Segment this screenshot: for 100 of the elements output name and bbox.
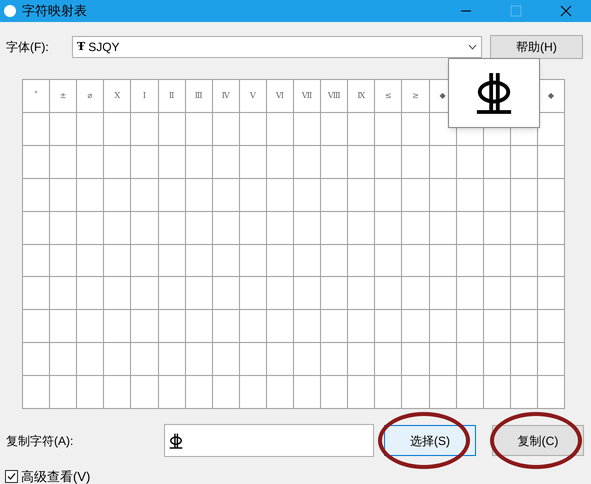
- character-cell[interactable]: [50, 244, 78, 278]
- character-cell[interactable]: [266, 376, 294, 409]
- character-cell[interactable]: [104, 310, 132, 344]
- character-cell[interactable]: Ⅱ: [158, 80, 186, 113]
- character-cell[interactable]: [104, 146, 132, 179]
- character-cell[interactable]: [23, 146, 50, 179]
- character-cell[interactable]: [402, 343, 430, 376]
- character-cell[interactable]: [212, 146, 240, 179]
- character-cell[interactable]: [321, 310, 348, 344]
- character-cell[interactable]: [321, 112, 348, 146]
- character-cell[interactable]: [430, 146, 457, 179]
- character-cell[interactable]: [510, 376, 538, 409]
- character-cell[interactable]: [402, 212, 430, 244]
- character-cell[interactable]: [430, 310, 457, 344]
- character-cell[interactable]: [321, 277, 348, 310]
- character-cell[interactable]: [456, 178, 484, 212]
- character-cell[interactable]: [456, 310, 484, 344]
- character-cell[interactable]: [266, 146, 294, 179]
- character-cell[interactable]: [456, 277, 484, 310]
- character-cell[interactable]: [538, 178, 565, 212]
- character-cell[interactable]: [131, 178, 158, 212]
- character-cell[interactable]: [104, 277, 132, 310]
- help-button[interactable]: 帮助(H): [490, 35, 583, 59]
- character-cell[interactable]: ≥: [402, 80, 430, 113]
- character-cell[interactable]: [456, 146, 484, 179]
- character-cell[interactable]: [186, 178, 213, 212]
- character-cell[interactable]: [104, 343, 132, 376]
- character-cell[interactable]: [50, 178, 78, 212]
- character-cell[interactable]: [240, 277, 267, 310]
- character-cell[interactable]: Ⅴ: [240, 80, 267, 113]
- character-cell[interactable]: [484, 178, 511, 212]
- character-cell[interactable]: [104, 212, 132, 244]
- character-cell[interactable]: [510, 310, 538, 344]
- character-cell[interactable]: [23, 376, 50, 409]
- character-cell[interactable]: [240, 112, 267, 146]
- maximize-icon[interactable]: [510, 5, 522, 17]
- character-cell[interactable]: [240, 212, 267, 244]
- character-cell[interactable]: [294, 277, 322, 310]
- character-cell[interactable]: [240, 146, 267, 179]
- character-cell[interactable]: [510, 178, 538, 212]
- character-cell[interactable]: [348, 146, 376, 179]
- advanced-view-checkbox[interactable]: [5, 470, 18, 484]
- character-cell[interactable]: [538, 277, 565, 310]
- character-cell[interactable]: [77, 244, 104, 278]
- character-cell[interactable]: [375, 178, 402, 212]
- character-cell[interactable]: [510, 212, 538, 244]
- character-cell[interactable]: ⌀: [77, 80, 104, 113]
- character-cell[interactable]: [375, 244, 402, 278]
- character-cell[interactable]: [484, 146, 511, 179]
- character-cell[interactable]: [131, 343, 158, 376]
- character-cell[interactable]: [186, 146, 213, 179]
- character-cell[interactable]: [266, 277, 294, 310]
- character-cell[interactable]: [430, 277, 457, 310]
- character-cell[interactable]: Ⅳ: [212, 80, 240, 113]
- character-cell[interactable]: [375, 212, 402, 244]
- character-cell[interactable]: [158, 212, 186, 244]
- character-cell[interactable]: [23, 178, 50, 212]
- character-cell[interactable]: [456, 343, 484, 376]
- character-cell[interactable]: [50, 277, 78, 310]
- character-cell[interactable]: [77, 376, 104, 409]
- character-cell[interactable]: Ⅶ: [294, 80, 322, 113]
- character-cell[interactable]: [77, 277, 104, 310]
- character-cell[interactable]: [158, 277, 186, 310]
- character-cell[interactable]: [484, 244, 511, 278]
- character-cell[interactable]: [430, 343, 457, 376]
- character-cell[interactable]: [131, 112, 158, 146]
- character-cell[interactable]: [104, 376, 132, 409]
- character-cell[interactable]: [375, 112, 402, 146]
- character-cell[interactable]: [23, 277, 50, 310]
- character-cell[interactable]: [266, 343, 294, 376]
- character-cell[interactable]: [456, 244, 484, 278]
- character-cell[interactable]: [212, 277, 240, 310]
- character-cell[interactable]: Ⅸ: [348, 80, 376, 113]
- character-cell[interactable]: [131, 310, 158, 344]
- character-cell[interactable]: [484, 343, 511, 376]
- character-cell[interactable]: [212, 244, 240, 278]
- character-cell[interactable]: [538, 343, 565, 376]
- character-cell[interactable]: [186, 212, 213, 244]
- character-cell[interactable]: [430, 212, 457, 244]
- character-cell[interactable]: Ⅷ: [321, 80, 348, 113]
- character-cell[interactable]: [538, 146, 565, 179]
- character-cell[interactable]: [294, 112, 322, 146]
- character-cell[interactable]: [402, 112, 430, 146]
- character-cell[interactable]: [131, 212, 158, 244]
- character-cell[interactable]: [77, 212, 104, 244]
- character-cell[interactable]: [538, 244, 565, 278]
- character-cell[interactable]: [510, 343, 538, 376]
- character-cell[interactable]: [348, 244, 376, 278]
- character-cell[interactable]: [186, 112, 213, 146]
- character-cell[interactable]: [131, 376, 158, 409]
- character-cell[interactable]: [266, 112, 294, 146]
- character-cell[interactable]: [131, 146, 158, 179]
- character-cell[interactable]: [294, 146, 322, 179]
- character-cell[interactable]: [402, 178, 430, 212]
- character-cell[interactable]: [348, 212, 376, 244]
- character-cell[interactable]: [294, 212, 322, 244]
- character-cell[interactable]: [212, 310, 240, 344]
- character-cell[interactable]: [294, 343, 322, 376]
- character-cell[interactable]: [266, 212, 294, 244]
- character-cell[interactable]: [104, 178, 132, 212]
